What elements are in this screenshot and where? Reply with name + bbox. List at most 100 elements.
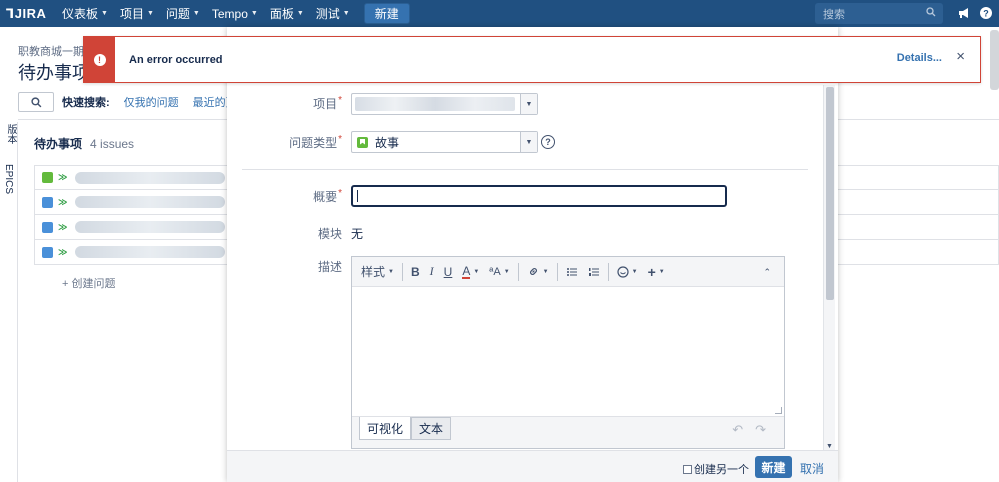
bold-button[interactable]: B (406, 261, 425, 283)
breadcrumb[interactable]: 职教商城一期 (18, 43, 84, 59)
dialog-scrollbar[interactable]: ▼ (823, 85, 835, 450)
issue-type-select[interactable]: 故事 ▼ (351, 131, 538, 153)
checkbox-icon (683, 464, 692, 474)
italic-button[interactable]: I (425, 261, 439, 283)
chevron-down-icon: ▼ (473, 268, 480, 275)
tab-text[interactable]: 文本 (411, 417, 452, 440)
chevron-down-icon: ▼ (658, 268, 665, 275)
nav-tests[interactable]: 测试 ▼ (310, 0, 356, 27)
undo-icon[interactable]: ↶ (732, 422, 743, 438)
backlog-search-button[interactable] (18, 92, 54, 112)
description-editor: 样式 ▼ B I U A ▼ ªA ▼ ▼ ▼ + ▼ ⌃ 可视化 文本 ↶ ↷ (351, 256, 785, 449)
close-icon[interactable]: × (956, 49, 965, 64)
quick-filters: 快速搜索: 仅我的问题 最近的更 (18, 92, 237, 112)
tab-epics[interactable]: EPICS (3, 164, 14, 194)
link-button[interactable]: ▼ (522, 261, 554, 283)
task-icon (42, 221, 53, 233)
module-value[interactable]: 无 (351, 225, 363, 242)
chevron-down-icon: ▼ (296, 10, 304, 17)
priority-low-icon: ≫ (58, 246, 68, 257)
chevron-down-icon: ▼ (520, 94, 537, 114)
required-marker: * (338, 95, 342, 106)
collapse-toolbar-icon[interactable]: ⌃ (758, 261, 776, 283)
style-label: 样式 (361, 265, 386, 279)
numbered-list-icon (588, 267, 599, 276)
redo-icon[interactable]: ↷ (755, 422, 766, 438)
tab-versions[interactable]: 版本 (3, 124, 18, 144)
chevron-down-icon: ▼ (631, 268, 638, 275)
story-icon (42, 172, 53, 183)
help-icon[interactable]: ? (979, 6, 993, 20)
megaphone-icon[interactable] (957, 6, 971, 20)
task-icon (42, 196, 53, 208)
chevron-down-icon: ▼ (520, 132, 537, 152)
project-select[interactable]: ▼ (351, 93, 538, 115)
issue-summary-redacted (75, 246, 226, 258)
error-details-link[interactable]: Details... (897, 52, 942, 64)
error-strip: ! (84, 37, 115, 82)
create-issue-dialog: 项目* ▼ 问题类型* 故事 ▼ ? 概要* 模块 无 描述 样式 ▼ B I … (227, 27, 838, 482)
jira-logo[interactable]: ⅂ JIRA (0, 6, 56, 22)
plus-icon: + (647, 263, 656, 280)
numbered-list-button[interactable] (583, 261, 605, 283)
module-label: 模块 (317, 227, 342, 241)
nav-dashboards[interactable]: 仪表板 ▼ (56, 0, 114, 27)
emoticon-icon (617, 265, 629, 278)
nav-label: 面板 (269, 7, 294, 21)
issue-summary-redacted (75, 196, 226, 208)
toolbar-separator (607, 262, 609, 281)
nav-create-button[interactable]: 新建 (363, 3, 410, 24)
required-marker: * (338, 188, 342, 199)
create-button[interactable]: 新建 (755, 456, 792, 478)
form-divider (242, 169, 808, 170)
insert-more-button[interactable]: + ▼ (643, 261, 670, 283)
nav-label: 问题 (165, 7, 190, 21)
search-icon (926, 7, 936, 17)
link-icon (529, 267, 537, 276)
font-size-button[interactable]: ªA ▼ (484, 261, 514, 283)
issue-type-value: 故事 (375, 135, 400, 150)
chevron-down-icon: ▼ (542, 268, 549, 275)
chevron-down-icon: ▼ (101, 10, 108, 17)
quick-filter-my-issues[interactable]: 仅我的问题 (124, 94, 179, 110)
underline-button[interactable]: U (439, 261, 458, 283)
toolbar-separator (401, 262, 403, 281)
help-icon[interactable]: ? (541, 135, 555, 149)
priority-low-icon: ≫ (58, 221, 68, 232)
cancel-link[interactable]: 取消 (800, 460, 824, 477)
project-label-text: 项目 (313, 97, 338, 111)
search-placeholder: 搜索 (823, 8, 845, 21)
scrollbar-thumb[interactable] (826, 87, 834, 300)
style-dropdown[interactable]: 样式 ▼ (356, 261, 399, 283)
backlog-header: 待办事项 4 issues (34, 135, 134, 152)
emoticon-button[interactable]: ▼ (612, 261, 643, 283)
bullet-list-button[interactable] (561, 261, 583, 283)
resize-handle-icon[interactable] (775, 407, 782, 414)
create-issue-link[interactable]: + 创建问题 (62, 275, 115, 291)
description-textarea[interactable] (352, 287, 784, 416)
scroll-down-icon[interactable]: ▼ (826, 443, 833, 450)
priority-low-icon: ≫ (58, 196, 68, 207)
chevron-down-icon: ▼ (250, 10, 258, 17)
tab-visual[interactable]: 可视化 (359, 417, 412, 440)
issue-type-label-text: 问题类型 (289, 136, 338, 150)
nav-boards[interactable]: 面板 ▼ (264, 0, 310, 27)
search-icon (30, 96, 41, 107)
text-color-button[interactable]: A ▼ (457, 261, 484, 283)
bullet-list-icon (566, 267, 577, 276)
nav-tempo[interactable]: Tempo ▼ (206, 0, 264, 27)
global-search-input[interactable]: 搜索 (815, 3, 943, 24)
nav-issues[interactable]: 问题 ▼ (160, 0, 206, 27)
nav-label: 测试 (315, 7, 340, 21)
page-scrollbar-thumb[interactable] (990, 30, 999, 90)
nav-projects[interactable]: 项目 ▼ (114, 0, 160, 27)
create-another-checkbox[interactable]: 创建另一个 (683, 461, 749, 477)
backlog-count: 4 issues (90, 137, 135, 151)
chevron-down-icon: ▼ (503, 268, 510, 275)
description-label: 描述 (317, 260, 342, 274)
summary-label: 概要* (227, 188, 342, 205)
summary-input[interactable] (351, 185, 727, 207)
issue-summary-redacted (75, 171, 226, 184)
top-nav: ⅂ JIRA 仪表板 ▼ 项目 ▼ 问题 ▼ Tempo ▼ 面板 ▼ 测试 ▼ 新建 搜索… (0, 0, 999, 27)
nav-label: 项目 (119, 7, 144, 21)
